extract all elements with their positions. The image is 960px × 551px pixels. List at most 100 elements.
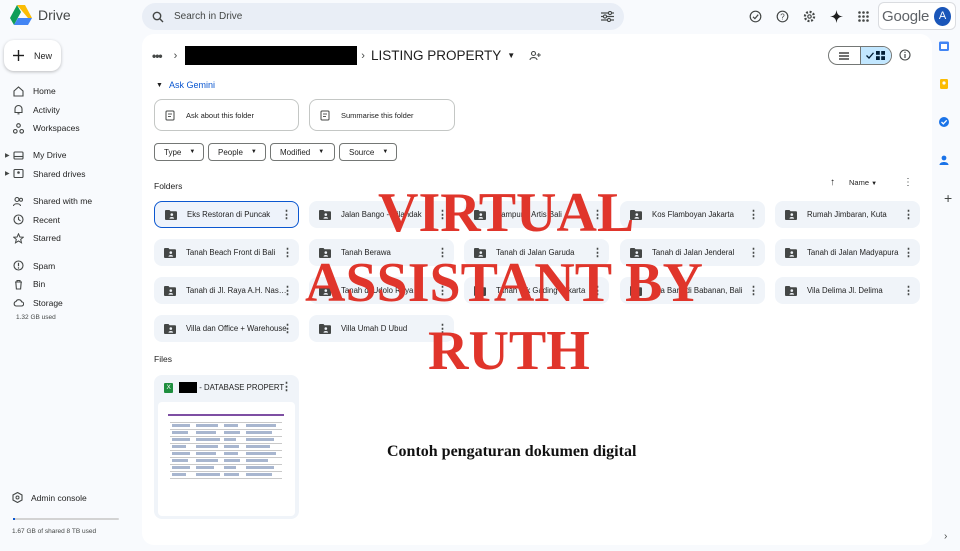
- summarise-folder-card[interactable]: Summarise this folder: [309, 99, 455, 131]
- details-info-icon[interactable]: [899, 49, 911, 61]
- folder-item[interactable]: Kos Flamboyan Jakarta ⋮: [620, 201, 765, 228]
- redacted-breadcrumb-segment[interactable]: [185, 46, 358, 65]
- file-card[interactable]: X - DATABASE PROPERTY ⋮: [154, 375, 299, 519]
- folder-item[interactable]: Tanah di Jalan Madyapura ⋮: [775, 239, 920, 266]
- tasks-icon[interactable]: [938, 116, 950, 128]
- drive-logo-icon: [10, 5, 32, 25]
- calendar-icon[interactable]: [938, 40, 950, 52]
- folder-more-options-icon[interactable]: ⋮: [748, 208, 759, 221]
- folder-more-options-icon[interactable]: ⋮: [903, 208, 914, 221]
- ask-about-folder-label: Ask about this folder: [186, 110, 254, 120]
- sort-control[interactable]: ↑ Name ▼: [830, 177, 877, 188]
- sidebar-item-spam[interactable]: Spam: [0, 257, 140, 276]
- avatar[interactable]: A: [934, 6, 951, 26]
- file-more-options-icon[interactable]: ⋮: [281, 380, 292, 393]
- filter-people[interactable]: People ▼: [208, 143, 266, 161]
- filter-label: Modified: [280, 147, 311, 157]
- folder-item[interactable]: Tanah di Jl. Raya A.H. Nasution ⋮: [154, 277, 299, 304]
- share-people-icon[interactable]: [529, 50, 541, 61]
- folder-item[interactable]: Villa dan Office + Warehouse ⋮: [154, 315, 299, 342]
- folder-more-options-icon[interactable]: ⋮: [282, 246, 293, 259]
- expand-caret-icon[interactable]: ▶: [5, 152, 10, 159]
- account-switcher[interactable]: Google A: [878, 2, 956, 30]
- help-icon[interactable]: ?: [773, 7, 792, 26]
- sidebar-item-home[interactable]: Home: [0, 82, 140, 101]
- view-toggle[interactable]: [828, 46, 892, 65]
- search-icon[interactable]: [152, 11, 164, 23]
- star-icon: [13, 232, 24, 244]
- search-input[interactable]: Search in Drive: [174, 11, 601, 22]
- folder-more-options-icon[interactable]: ⋮: [282, 322, 293, 335]
- redacted-file-prefix: [179, 382, 198, 393]
- plus-icon: [13, 50, 24, 61]
- folder-more-options-icon[interactable]: ⋮: [748, 246, 759, 259]
- search-options-icon[interactable]: [601, 11, 614, 22]
- cloud-icon: [13, 299, 24, 307]
- sort-label: Name: [849, 178, 870, 187]
- filter-label: Type: [164, 147, 182, 157]
- sidebar-item-activity[interactable]: Activity: [0, 101, 140, 120]
- more-options-icon[interactable]: ⋮: [903, 177, 913, 188]
- contacts-icon[interactable]: [938, 154, 950, 166]
- shared-folder-icon: [319, 323, 331, 334]
- folder-item[interactable]: Rumah Jimbaran, Kuta ⋮: [775, 201, 920, 228]
- drive-logo[interactable]: Drive: [10, 5, 71, 25]
- sidebar-item-shared-with-me[interactable]: Shared with me: [0, 192, 140, 211]
- filter-source[interactable]: Source ▼: [339, 143, 397, 161]
- sidebar-item-my-drive[interactable]: ▶ My Drive: [0, 146, 140, 165]
- folder-item[interactable]: Vila Delima Jl. Delima ⋮: [775, 277, 920, 304]
- folder-menu-caret-icon[interactable]: ▼: [507, 51, 515, 60]
- grid-view-button[interactable]: [859, 47, 891, 64]
- app-name: Drive: [38, 7, 71, 23]
- search-bar[interactable]: Search in Drive: [142, 3, 624, 30]
- sort-direction-arrow-icon[interactable]: ↑: [830, 177, 835, 188]
- sidebar-item-shared-drives[interactable]: ▶ Shared drives: [0, 165, 140, 184]
- keep-icon[interactable]: [938, 78, 950, 90]
- clock-icon: [13, 214, 24, 225]
- sidebar-item-workspaces[interactable]: Workspaces: [0, 119, 140, 138]
- folder-more-options-icon[interactable]: ⋮: [748, 284, 759, 297]
- shared-storage-text: 1.67 GB of shared 8 TB used: [12, 528, 97, 535]
- sidebar-item-storage[interactable]: Storage: [0, 294, 140, 313]
- folder-more-options-icon[interactable]: ⋮: [903, 284, 914, 297]
- dropdown-caret-icon: ▼: [189, 149, 196, 155]
- sidebar-item-label: Spam: [33, 260, 56, 271]
- gemini-sparkle-icon[interactable]: [827, 7, 846, 26]
- sidebar-item-label: Shared with me: [33, 196, 93, 207]
- google-brand: Google: [882, 7, 930, 25]
- sidebar-item-label: Starred: [33, 233, 61, 244]
- list-view-button[interactable]: [829, 47, 860, 64]
- filter-modified[interactable]: Modified ▼: [270, 143, 335, 161]
- sidebar-item-recent[interactable]: Recent: [0, 211, 140, 230]
- more-path-icon[interactable]: •••: [152, 49, 163, 63]
- new-button[interactable]: New: [4, 40, 61, 71]
- new-button-label: New: [34, 50, 53, 61]
- show-side-panel-chevron-icon[interactable]: ›: [944, 531, 947, 542]
- folder-item[interactable]: Tanah Beach Front di Bali ⋮: [154, 239, 299, 266]
- ask-gemini-toggle[interactable]: ▼ Ask Gemini: [156, 80, 215, 90]
- get-addons-plus-icon[interactable]: +: [944, 190, 952, 206]
- sidebar-item-starred[interactable]: Starred: [0, 229, 140, 248]
- side-panel-rail: [938, 40, 958, 192]
- expand-caret-icon[interactable]: ▶: [5, 170, 10, 177]
- folder-more-options-icon[interactable]: ⋮: [282, 284, 293, 297]
- admin-console-link[interactable]: Admin console: [12, 492, 87, 503]
- file-thumbnail[interactable]: [158, 402, 295, 516]
- folder-name: Kos Flamboyan Jakarta: [652, 210, 734, 219]
- ask-about-folder-card[interactable]: Ask about this folder: [154, 99, 299, 131]
- apps-grid-icon[interactable]: [854, 7, 873, 26]
- folder-item[interactable]: Eks Restoran di Puncak ⋮: [154, 201, 299, 228]
- sort-by-name[interactable]: Name ▼: [849, 178, 877, 187]
- settings-gear-icon[interactable]: [800, 7, 819, 26]
- current-folder-title[interactable]: LISTING PROPERTY: [371, 48, 501, 63]
- filter-type[interactable]: Type ▼: [154, 143, 204, 161]
- sidebar-item-bin[interactable]: Bin: [0, 275, 140, 294]
- file-name: - DATABASE PROPERTY: [199, 383, 284, 392]
- folder-more-options-icon[interactable]: ⋮: [903, 246, 914, 259]
- watermark-caption: Contoh pengaturan dokumen digital: [387, 443, 637, 460]
- ready-offline-icon[interactable]: [746, 7, 765, 26]
- folder-more-options-icon[interactable]: ⋮: [281, 208, 292, 221]
- watermark-line-3: RUTH: [428, 320, 590, 382]
- gemini-doc-icon: [165, 110, 175, 120]
- admin-console-label: Admin console: [31, 492, 87, 503]
